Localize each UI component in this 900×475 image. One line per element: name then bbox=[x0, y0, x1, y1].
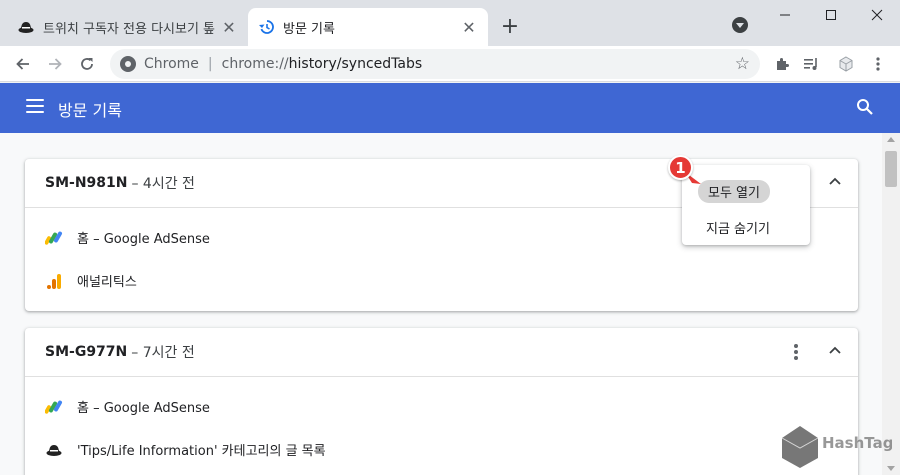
svg-text:HashTag: HashTag bbox=[822, 434, 892, 452]
tab-link-label: 홈 – Google AdSense bbox=[77, 232, 210, 247]
device-name: SM-G977N bbox=[45, 344, 128, 360]
open-all-menu-item[interactable]: 모두 열기 bbox=[698, 176, 810, 206]
device-name: SM-N981N bbox=[45, 175, 128, 191]
tab-title: 트위치 구독자 전용 다시보기 톺 bbox=[43, 21, 216, 37]
more-menu-icon[interactable] bbox=[868, 54, 888, 74]
open-all-label: 모두 열기 bbox=[698, 179, 770, 203]
close-icon[interactable]: ✕ bbox=[460, 18, 478, 37]
analytics-icon bbox=[45, 272, 63, 290]
device-card: SM-G977N – 7시간 전 홈 – Google AdSense 'Tip… bbox=[25, 328, 858, 475]
chevron-up-icon[interactable] bbox=[826, 173, 844, 191]
hat-favicon-icon bbox=[45, 441, 63, 459]
hide-now-menu-item[interactable]: 지금 숨기기 bbox=[682, 212, 810, 242]
bookmark-star-icon[interactable]: ☆ bbox=[735, 54, 750, 74]
tab-strip: 트위치 구독자 전용 다시보기 톺 ✕ 방문 기록 ✕ + bbox=[0, 0, 900, 46]
tab-history[interactable]: 방문 기록 ✕ bbox=[248, 8, 488, 46]
tab-link-label: 애널리틱스 bbox=[77, 275, 137, 290]
tab-link-label: 'Tips/Life Information' 카테고리의 글 목록 bbox=[77, 444, 326, 459]
page-title: 방문 기록 bbox=[58, 101, 122, 120]
minimize-button[interactable] bbox=[762, 0, 808, 30]
hashtag-watermark-logo: HashTag bbox=[781, 426, 892, 468]
tab-link-label: 홈 – Google AdSense bbox=[77, 401, 210, 416]
hat-favicon-icon bbox=[18, 19, 34, 35]
address-bar[interactable]: Chrome | chrome://history/syncedTabs ☆ bbox=[110, 49, 760, 79]
device-more-actions-icon[interactable] bbox=[794, 344, 798, 360]
device-time: – 7시간 전 bbox=[131, 345, 195, 361]
callout-badge: 1 bbox=[668, 155, 693, 180]
chevron-up-icon[interactable] bbox=[826, 342, 844, 360]
device-time: – 4시간 전 bbox=[131, 176, 195, 192]
media-control-icon[interactable] bbox=[802, 54, 822, 74]
tab-link[interactable]: 홈 – Google AdSense bbox=[25, 385, 858, 428]
close-icon[interactable]: ✕ bbox=[220, 18, 238, 37]
chrome-site-icon bbox=[120, 56, 136, 72]
device-card-header: SM-G977N – 7시간 전 bbox=[25, 328, 858, 377]
tab-search-icon[interactable] bbox=[732, 17, 748, 33]
scheme-label: Chrome bbox=[144, 56, 199, 72]
reload-button[interactable] bbox=[74, 51, 100, 77]
profile-cube-icon[interactable] bbox=[836, 54, 856, 74]
divider: | bbox=[207, 56, 213, 72]
url-path: history/syncedTabs bbox=[288, 56, 423, 72]
url-host: chrome:// bbox=[221, 56, 289, 72]
history-header: 방문 기록 bbox=[0, 83, 900, 133]
search-icon[interactable] bbox=[856, 98, 874, 116]
hamburger-menu-icon[interactable] bbox=[26, 99, 44, 113]
tab-link[interactable]: 'Tips/Life Information' 카테고리의 글 목록 bbox=[25, 428, 858, 471]
new-tab-button[interactable]: + bbox=[498, 14, 522, 39]
adsense-icon bbox=[45, 229, 63, 247]
maximize-button[interactable] bbox=[808, 0, 854, 30]
browser-toolbar: Chrome | chrome://history/syncedTabs ☆ bbox=[0, 46, 900, 82]
close-window-button[interactable] bbox=[854, 0, 900, 30]
tab-title: 방문 기록 bbox=[283, 21, 335, 37]
tab-link[interactable]: 애널리틱스 bbox=[25, 259, 858, 302]
tab-twitch[interactable]: 트위치 구독자 전용 다시보기 톺 ✕ bbox=[8, 8, 248, 46]
extensions-icon[interactable] bbox=[772, 54, 792, 74]
hide-now-label: 지금 숨기기 bbox=[706, 221, 770, 237]
scroll-thumb[interactable] bbox=[885, 151, 897, 187]
forward-button[interactable] bbox=[42, 51, 68, 77]
back-button[interactable] bbox=[10, 51, 36, 77]
adsense-icon bbox=[45, 398, 63, 416]
history-icon bbox=[258, 19, 274, 35]
scroll-up-arrow-icon[interactable] bbox=[887, 137, 895, 142]
